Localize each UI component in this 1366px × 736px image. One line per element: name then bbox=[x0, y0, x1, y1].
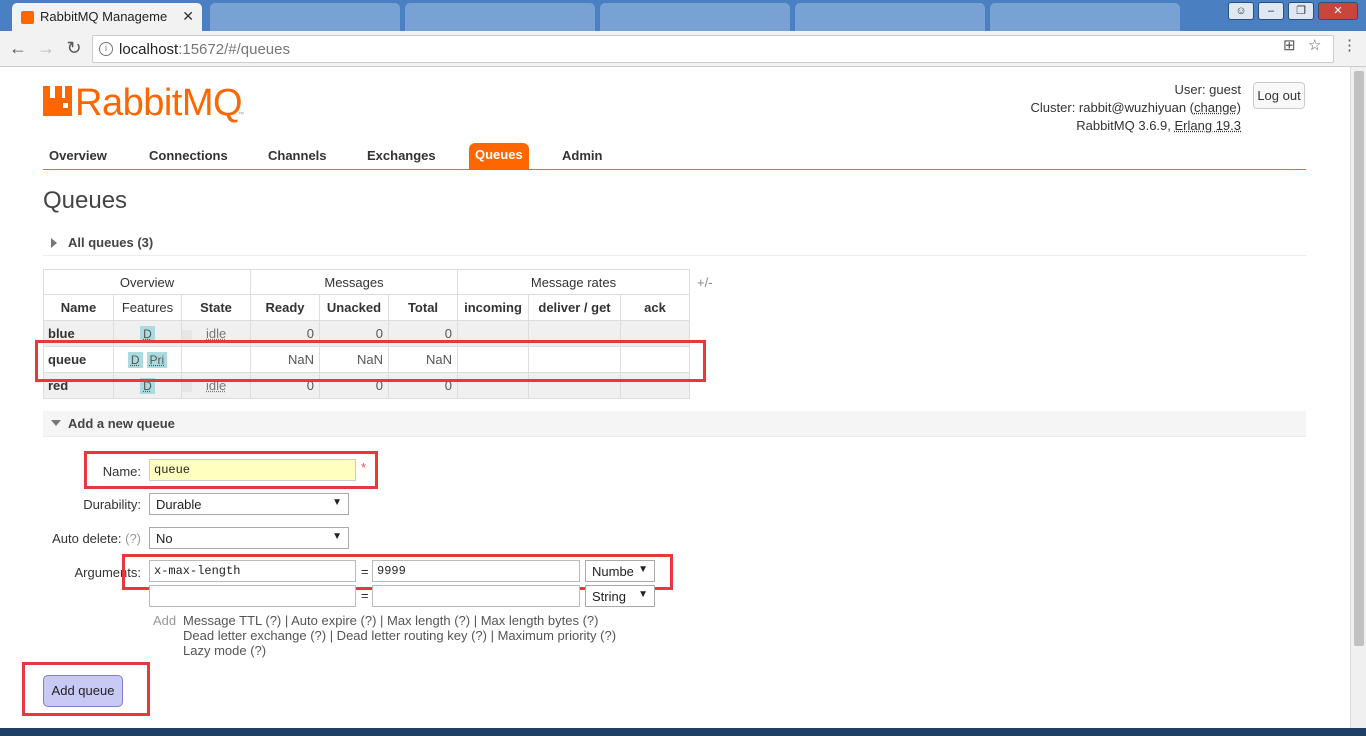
add-queue-toggle[interactable]: Add a new queue bbox=[43, 411, 1306, 437]
durability-label: Durability: bbox=[83, 497, 141, 512]
highlight-box bbox=[35, 340, 706, 382]
browser-tab[interactable] bbox=[795, 3, 985, 31]
col-state[interactable]: State bbox=[181, 294, 251, 321]
version-line: RabbitMQ 3.6.9, Erlang 19.3 bbox=[1031, 117, 1241, 135]
highlight-box bbox=[22, 662, 150, 716]
os-taskbar bbox=[0, 728, 1366, 736]
argument-type-value-2: String bbox=[592, 589, 626, 604]
window-close-icon[interactable]: ✕ bbox=[1318, 2, 1358, 20]
window-minimize-icon[interactable]: – bbox=[1258, 2, 1284, 20]
auto-delete-value: No bbox=[156, 531, 173, 546]
address-bar[interactable]: i localhost:15672/#/queues bbox=[92, 35, 1334, 63]
user-label: User: guest bbox=[1174, 82, 1241, 97]
dropdown-arrow-icon: ▼ bbox=[332, 531, 342, 542]
durability-select[interactable]: Durable ▼ bbox=[149, 493, 349, 515]
state-idle-icon bbox=[182, 329, 192, 340]
auto-delete-label: Auto delete: (?) bbox=[30, 531, 141, 546]
browser-tab[interactable] bbox=[210, 3, 400, 31]
window-restore-icon[interactable]: ❐ bbox=[1288, 2, 1314, 20]
browser-menu-icon[interactable]: ⋮ bbox=[1342, 36, 1357, 54]
browser-tab[interactable] bbox=[600, 3, 790, 31]
translate-icon[interactable]: ⊞ bbox=[1283, 36, 1296, 54]
hint-line[interactable]: Dead letter exchange (?) | Dead letter r… bbox=[183, 628, 616, 643]
hints-add-label: Add bbox=[153, 613, 177, 628]
argument-type-select-2[interactable]: String ▼ bbox=[585, 585, 655, 607]
erlang-version: Erlang 19.3 bbox=[1174, 118, 1242, 133]
page-title: Queues bbox=[43, 187, 128, 214]
group-header-messages: Messages bbox=[250, 269, 458, 295]
browser-tab-active[interactable]: RabbitMQ Manageme ✕ bbox=[12, 3, 202, 31]
highlight-box bbox=[84, 451, 378, 489]
bookmark-star-icon[interactable]: ☆ bbox=[1308, 36, 1321, 54]
col-deliver-get[interactable]: deliver / get bbox=[528, 294, 621, 321]
tab-close-icon[interactable]: ✕ bbox=[182, 8, 194, 25]
auto-delete-select[interactable]: No ▼ bbox=[149, 527, 349, 549]
logo-text: RabbitMQ bbox=[75, 82, 243, 124]
browser-tab[interactable] bbox=[990, 3, 1180, 31]
rabbitmq-favicon-icon bbox=[21, 11, 34, 24]
browser-toolbar: ← → ↻ i localhost:15672/#/queues ⊞ ☆ ⋮ bbox=[0, 31, 1366, 67]
nav-connections[interactable]: Connections bbox=[149, 148, 228, 163]
hint-line[interactable]: Lazy mode (?) bbox=[183, 643, 616, 658]
add-queue-label: Add a new queue bbox=[68, 416, 175, 431]
expand-arrow-icon bbox=[51, 238, 57, 248]
state-text: idle bbox=[206, 326, 227, 341]
col-total[interactable]: Total bbox=[388, 294, 458, 321]
col-name[interactable]: Name bbox=[43, 294, 114, 321]
argument-key-input-2[interactable] bbox=[149, 585, 356, 607]
back-arrow-icon[interactable]: ← bbox=[6, 37, 30, 61]
durability-value: Durable bbox=[156, 497, 202, 512]
page-scrollbar[interactable] bbox=[1350, 67, 1366, 736]
browser-tabstrip: RabbitMQ Manageme ✕ ☺ – ❐ ✕ bbox=[0, 0, 1366, 31]
col-unacked[interactable]: Unacked bbox=[319, 294, 389, 321]
hint-line[interactable]: Message TTL (?) | Auto expire (?) | Max … bbox=[183, 613, 616, 628]
main-nav: Overview Connections Channels Exchanges … bbox=[43, 142, 1306, 170]
url-host: localhost bbox=[119, 41, 179, 58]
all-queues-label: All queues (3) bbox=[68, 235, 154, 250]
dropdown-arrow-icon: ▼ bbox=[332, 497, 342, 508]
col-incoming[interactable]: incoming bbox=[457, 294, 529, 321]
collapse-arrow-icon bbox=[51, 420, 61, 426]
logout-button[interactable]: Log out bbox=[1253, 82, 1305, 109]
url-path: :15672/#/queues bbox=[178, 41, 290, 58]
col-features: Features bbox=[113, 294, 182, 321]
group-header-message-rates: Message rates bbox=[457, 269, 690, 295]
auto-delete-text: Auto delete: bbox=[52, 531, 122, 546]
scrollbar-thumb[interactable] bbox=[1354, 71, 1364, 646]
state-idle-icon bbox=[182, 381, 192, 392]
cluster-line: Cluster: rabbit@wuzhiyuan (change) bbox=[1031, 99, 1241, 117]
trademark-mark: ™ bbox=[238, 112, 244, 118]
reload-icon[interactable]: ↻ bbox=[62, 37, 86, 61]
nav-queues[interactable]: Queues bbox=[469, 143, 529, 170]
forward-arrow-icon[interactable]: → bbox=[34, 37, 58, 61]
nav-admin[interactable]: Admin bbox=[562, 148, 602, 163]
hint-links: Message TTL (?) | Auto expire (?) | Max … bbox=[183, 613, 616, 658]
column-toggle-link[interactable]: +/- bbox=[697, 275, 713, 290]
dropdown-arrow-icon: ▼ bbox=[638, 589, 648, 600]
col-ready[interactable]: Ready bbox=[250, 294, 320, 321]
nav-channels[interactable]: Channels bbox=[268, 148, 327, 163]
rabbitmq-logo-icon bbox=[43, 86, 72, 116]
browser-tab[interactable] bbox=[405, 3, 595, 31]
cluster-suffix: ) bbox=[1236, 100, 1241, 115]
site-info-icon[interactable]: i bbox=[99, 42, 113, 56]
argument-value-input-2[interactable] bbox=[372, 585, 580, 607]
col-ack[interactable]: ack bbox=[620, 294, 690, 321]
version-text: RabbitMQ 3.6.9, bbox=[1076, 118, 1175, 133]
nav-overview[interactable]: Overview bbox=[49, 148, 107, 163]
equals-sign: = bbox=[361, 588, 369, 603]
all-queues-toggle[interactable]: All queues (3) bbox=[43, 230, 1306, 256]
cluster-change-link[interactable]: change bbox=[1194, 100, 1237, 115]
browser-tab-title: RabbitMQ Manageme bbox=[40, 9, 168, 24]
group-header-overview: Overview bbox=[43, 269, 251, 295]
user-info: User: guest Cluster: rabbit@wuzhiyuan (c… bbox=[1031, 81, 1241, 135]
auto-delete-help[interactable]: (?) bbox=[125, 531, 141, 546]
cluster-text: Cluster: rabbit@wuzhiyuan ( bbox=[1030, 100, 1194, 115]
rabbitmq-page: RabbitMQ ™ User: guest Cluster: rabbit@w… bbox=[0, 67, 1350, 728]
window-user-icon[interactable]: ☺ bbox=[1228, 2, 1254, 20]
nav-exchanges[interactable]: Exchanges bbox=[367, 148, 436, 163]
